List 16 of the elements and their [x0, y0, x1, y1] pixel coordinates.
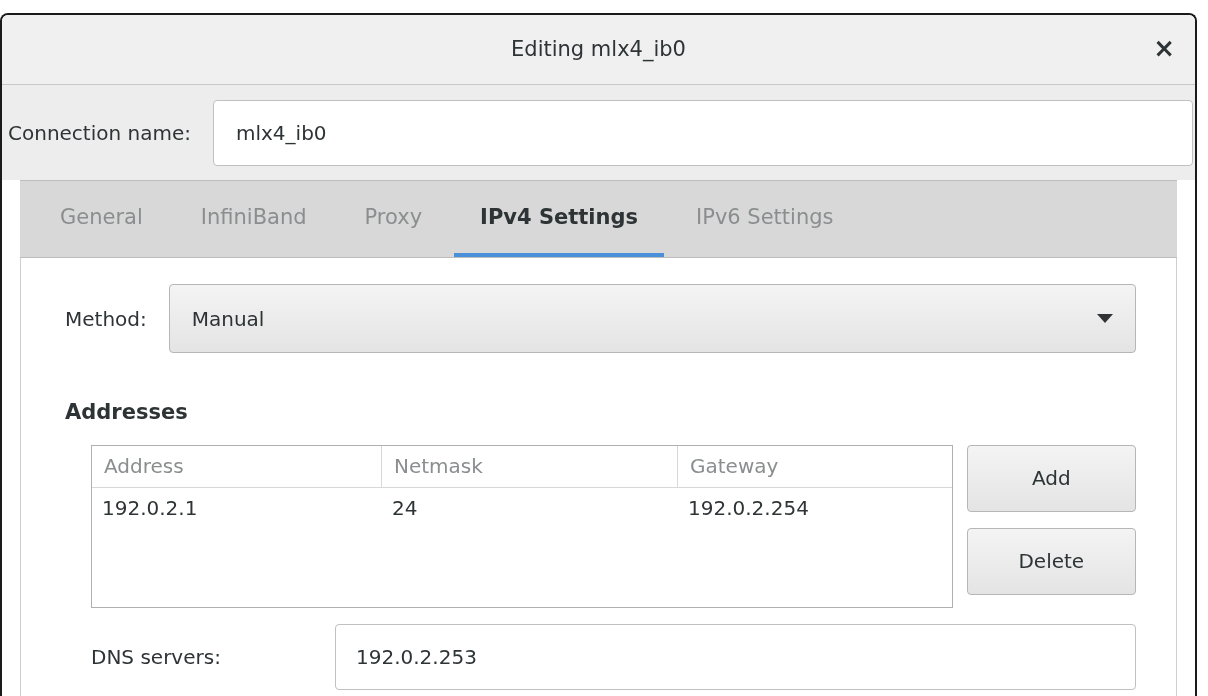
table-cell-text: 24 — [391, 494, 419, 522]
section-heading: Addresses — [64, 399, 189, 426]
table-cell-text: 192.0.2.254 — [687, 494, 810, 522]
field-label: Method: — [65, 305, 147, 333]
field-label: DNS servers: — [91, 643, 222, 671]
window-title: Editing mlx4_ib0 — [511, 35, 686, 64]
close-button[interactable]: × — [1153, 35, 1175, 61]
table-cell-text: 192.0.2.1 — [101, 494, 199, 522]
dropdown-caret-icon — [1097, 314, 1113, 323]
delete-button[interactable]: Delete — [966, 527, 1136, 595]
method-dropdown[interactable]: Manual — [168, 284, 1136, 353]
dns-servers-field[interactable]: 192.0.2.253 — [335, 623, 1136, 690]
connection-name-field[interactable]: mlx4_ib0 — [213, 99, 1193, 166]
field-label: Connection name: — [8, 119, 191, 147]
add-button[interactable]: Add — [966, 444, 1136, 512]
tab[interactable]: IPv4 Settings — [454, 183, 665, 257]
